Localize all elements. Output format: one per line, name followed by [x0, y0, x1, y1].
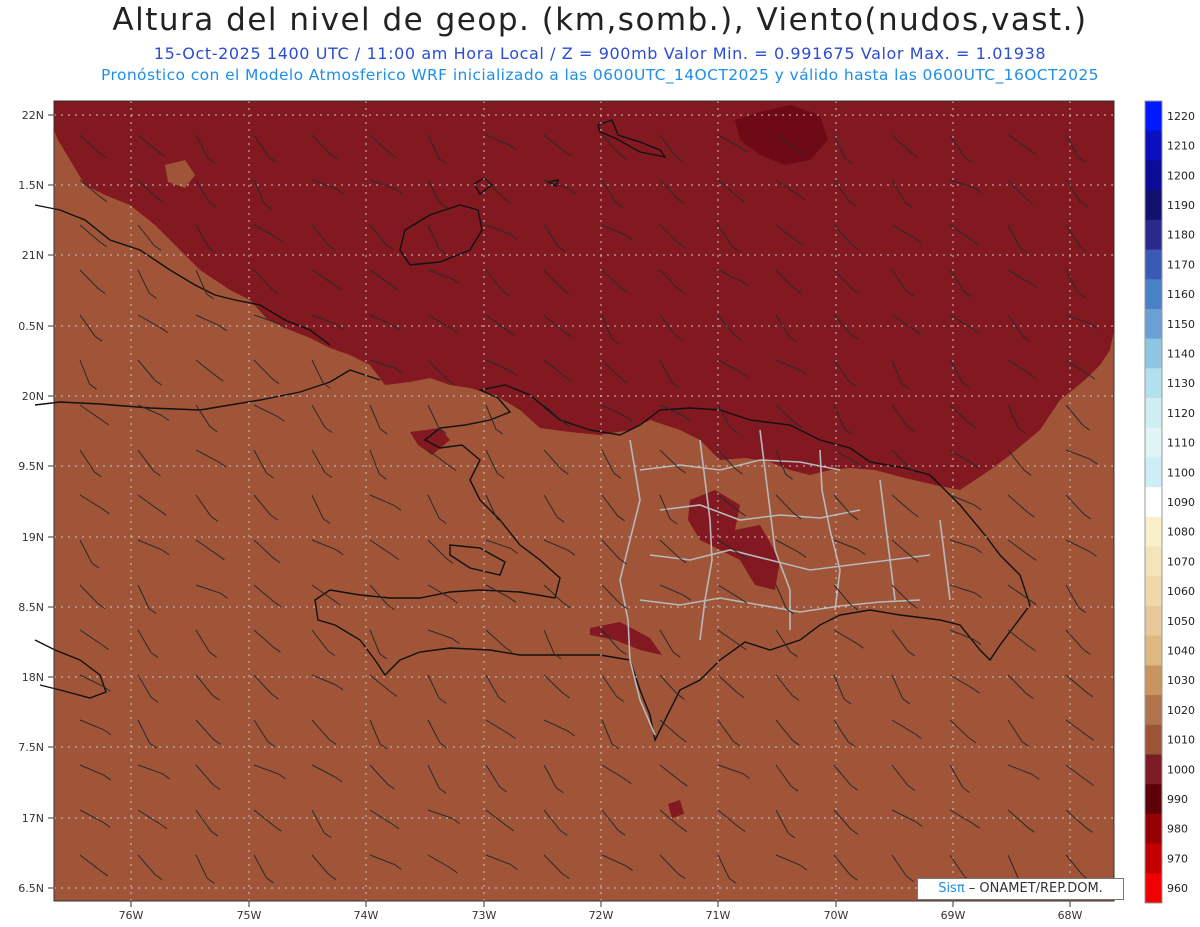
lon-label: 71W [706, 909, 731, 922]
lon-label: 76W [119, 909, 144, 922]
colorbar-label: 1180 [1167, 229, 1195, 242]
colorbar-swatch [1145, 457, 1162, 488]
colorbar-swatch [1145, 813, 1162, 845]
lat-label: 6.5N [18, 882, 44, 895]
colorbar-swatch [1145, 873, 1162, 904]
colorbar-label: 1040 [1167, 645, 1195, 658]
lon-label: 73W [472, 909, 497, 922]
lat-label: 18N [22, 671, 44, 684]
colorbar-label: 1070 [1167, 555, 1195, 568]
colorbar-label: 1190 [1167, 199, 1195, 212]
colorbar-swatch [1145, 368, 1162, 399]
colorbar-label: 1020 [1167, 704, 1195, 717]
colorbar-swatch [1145, 308, 1162, 340]
colorbar-swatch [1145, 754, 1162, 785]
lat-label: 7.5N [18, 741, 44, 754]
colorbar-label: 1000 [1167, 763, 1195, 776]
lat-label: 19N [22, 531, 44, 544]
lat-label: 8.5N [18, 601, 44, 614]
chart-title: Altura del nivel de geop. (km,somb.), Vi… [112, 2, 1088, 38]
lon-label: 75W [237, 909, 262, 922]
colorbar [1144, 100, 1163, 904]
colorbar-swatch [1145, 338, 1162, 369]
colorbar-label: 1220 [1167, 110, 1195, 123]
colorbar-swatch [1145, 219, 1162, 251]
colorbar-swatch [1145, 576, 1162, 607]
colorbar-swatch [1145, 279, 1162, 310]
colorbar-swatch [1145, 190, 1162, 221]
lon-label: 74W [354, 909, 379, 922]
colorbar-label: 1130 [1167, 377, 1195, 390]
colorbar-swatch [1145, 487, 1162, 518]
lon-label: 70W [824, 909, 849, 922]
colorbar-label: 1090 [1167, 496, 1195, 509]
colorbar-label: 1100 [1167, 466, 1195, 479]
colorbar-swatch [1145, 546, 1162, 577]
colorbar-swatch [1145, 605, 1162, 637]
lat-label: 9.5N [18, 460, 44, 473]
lat-label: 20N [22, 390, 44, 403]
colorbar-label: 1110 [1167, 437, 1195, 450]
credit-text: – ONAMET/REP.DOM. [964, 881, 1103, 896]
colorbar-swatch [1145, 635, 1162, 666]
colorbar-label: 1140 [1167, 347, 1195, 360]
credit-brand: Sisπ [938, 881, 965, 896]
colorbar-label: 1080 [1167, 526, 1195, 539]
colorbar-label: 1120 [1167, 407, 1195, 420]
colorbar-swatch [1145, 516, 1162, 548]
forecast-time-line: 15-Oct-2025 1400 UTC / 11:00 am Hora Loc… [153, 44, 1047, 63]
colorbar-swatch [1145, 427, 1162, 458]
colorbar-label: 960 [1167, 882, 1188, 895]
colorbar-label: 1150 [1167, 318, 1195, 331]
latitude-labels: 22N 1.5N 21N 0.5N 20N 9.5N 19N 8.5N 18N … [18, 109, 44, 895]
lat-label: 0.5N [18, 320, 44, 333]
colorbar-swatch [1145, 130, 1162, 161]
lat-label: 21N [22, 249, 44, 262]
colorbar-swatch [1145, 724, 1162, 755]
colorbar-swatch [1145, 665, 1162, 696]
colorbar-label: 1050 [1167, 615, 1195, 628]
colorbar-swatch [1145, 398, 1162, 429]
colorbar-swatch [1145, 101, 1162, 132]
lon-label: 68W [1058, 909, 1083, 922]
credit-box: Sisπ – ONAMET/REP.DOM. [917, 878, 1124, 900]
lon-label: 69W [941, 909, 966, 922]
lon-label: 72W [589, 909, 614, 922]
lat-label: 1.5N [18, 179, 44, 192]
colorbar-swatch [1145, 784, 1162, 815]
colorbar-label: 1160 [1167, 288, 1195, 301]
model-info-line: Pronóstico con el Modelo Atmosferico WRF… [101, 66, 1099, 84]
colorbar-label: 1060 [1167, 585, 1195, 598]
colorbar-swatch [1145, 249, 1162, 280]
colorbar-swatch [1145, 695, 1162, 726]
colorbar-label: 970 [1167, 852, 1188, 865]
forecast-map[interactable]: 22N 1.5N 21N 0.5N 20N 9.5N 19N 8.5N 18N … [0, 95, 1200, 927]
colorbar-label: 1010 [1167, 734, 1195, 747]
colorbar-label: 1210 [1167, 140, 1195, 153]
colorbar-label: 1200 [1167, 169, 1195, 182]
colorbar-swatch [1145, 160, 1162, 191]
colorbar-label: 990 [1167, 793, 1188, 806]
colorbar-label: 980 [1167, 823, 1188, 836]
colorbar-label: 1170 [1167, 258, 1195, 271]
colorbar-swatch [1145, 843, 1162, 874]
colorbar-labels: 1220 1210 1200 1190 1180 1170 1160 1150 1140 1130… [1167, 110, 1195, 895]
lat-label: 17N [22, 812, 44, 825]
lat-label: 22N [22, 109, 44, 122]
longitude-labels: 76W 75W 74W 73W 72W 71W 70W 69W 68W [119, 909, 1083, 922]
colorbar-label: 1030 [1167, 674, 1195, 687]
